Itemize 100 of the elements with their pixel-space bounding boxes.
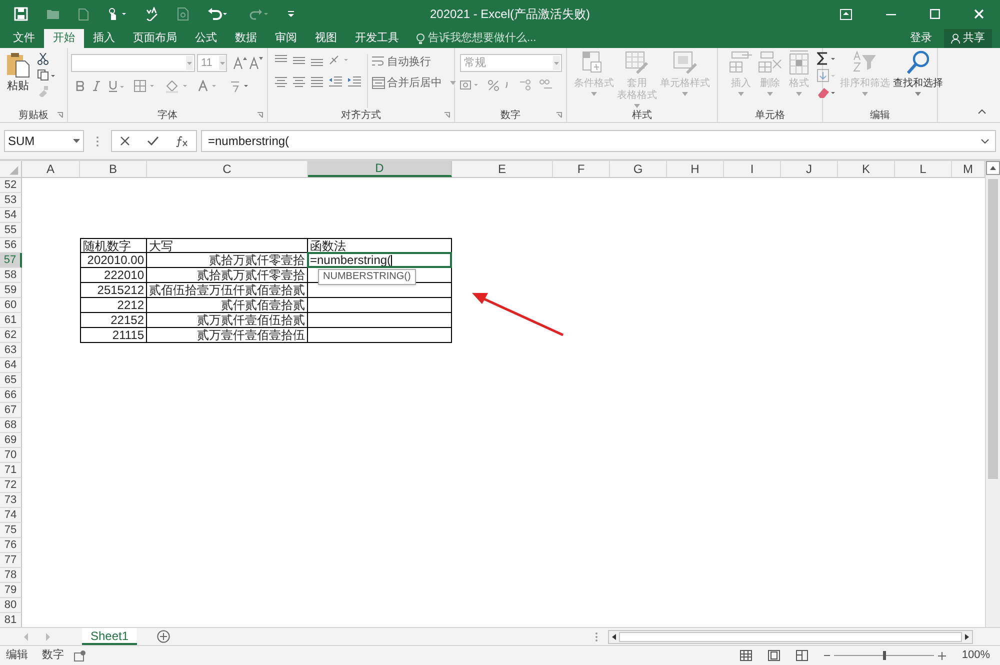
share-button[interactable]: 共享	[944, 29, 992, 48]
enter-check-icon[interactable]	[146, 136, 159, 146]
sheet-tab[interactable]: Sheet1	[82, 628, 137, 645]
increase-font-icon[interactable]	[233, 56, 247, 70]
split-handle-icon[interactable]	[595, 632, 598, 642]
touch-mode-icon[interactable]	[107, 7, 127, 21]
ribbon-tab[interactable]: 开始	[44, 29, 84, 48]
row-header[interactable]: 62	[0, 328, 22, 343]
page-layout-icon[interactable]	[768, 650, 780, 661]
row-header[interactable]: 77	[0, 553, 22, 568]
decrease-decimal-icon[interactable]	[539, 79, 553, 91]
row-header[interactable]: 56	[0, 238, 22, 253]
row-header[interactable]: 80	[0, 598, 22, 613]
macro-record-icon[interactable]	[74, 650, 86, 662]
row-header[interactable]: 60	[0, 298, 22, 313]
add-sheet-icon[interactable]	[157, 630, 170, 643]
next-sheet-icon[interactable]	[44, 632, 52, 640]
column-header[interactable]: B	[80, 161, 147, 177]
horizontal-scrollbar[interactable]	[608, 630, 973, 644]
column-header[interactable]: D	[308, 161, 452, 177]
row-header[interactable]: 69	[0, 433, 22, 448]
align-center-icon[interactable]	[293, 75, 305, 87]
borders-icon[interactable]	[134, 80, 156, 92]
phonetic-guide-icon[interactable]	[229, 79, 251, 93]
normal-view-icon[interactable]	[740, 650, 752, 661]
scroll-thumb[interactable]	[988, 179, 998, 479]
row-header[interactable]: 71	[0, 463, 22, 478]
row-header[interactable]: 53	[0, 193, 22, 208]
column-header[interactable]: I	[724, 161, 781, 177]
increase-indent-icon[interactable]	[348, 75, 361, 87]
align-left-icon[interactable]	[275, 75, 287, 87]
row-header[interactable]: 58	[0, 268, 22, 283]
row-header[interactable]: 79	[0, 583, 22, 598]
ribbon-tab[interactable]: 开发工具	[346, 29, 408, 48]
align-middle-icon[interactable]	[293, 54, 305, 66]
row-header[interactable]: 61	[0, 313, 22, 328]
row-header[interactable]: 73	[0, 493, 22, 508]
ribbon-tab[interactable]: 视图	[306, 29, 346, 48]
dialog-launcher-icon[interactable]	[57, 112, 63, 118]
dialog-launcher-icon[interactable]	[444, 112, 450, 118]
align-right-icon[interactable]	[311, 75, 323, 87]
slider-thumb[interactable]	[882, 651, 886, 660]
tell-me-field[interactable]: 告诉我您想要做什么...	[428, 30, 628, 47]
ribbon-tab[interactable]: 文件	[4, 29, 44, 48]
row-header[interactable]: 52	[0, 178, 22, 193]
row-header[interactable]: 63	[0, 343, 22, 358]
ribbon-tab[interactable]: 页面布局	[124, 29, 186, 48]
row-header[interactable]: 57	[0, 253, 22, 268]
row-header[interactable]: 59	[0, 283, 22, 298]
decrease-indent-icon[interactable]	[329, 75, 342, 87]
column-header[interactable]: F	[553, 161, 610, 177]
row-header[interactable]: 65	[0, 373, 22, 388]
column-header[interactable]: H	[667, 161, 724, 177]
wrap-text-button[interactable]: 自动换行	[372, 54, 456, 70]
column-header[interactable]: E	[452, 161, 553, 177]
page-break-icon[interactable]	[796, 650, 808, 661]
close-icon[interactable]	[974, 9, 984, 19]
font-name-field[interactable]	[71, 54, 195, 72]
row-header[interactable]: 72	[0, 478, 22, 493]
column-header[interactable]: G	[610, 161, 667, 177]
ribbon-tab[interactable]: 数据	[226, 29, 266, 48]
zoom-in-icon[interactable]	[938, 652, 946, 660]
dialog-launcher-icon[interactable]	[257, 112, 263, 118]
scissors-icon[interactable]	[37, 53, 49, 65]
row-header[interactable]: 74	[0, 508, 22, 523]
column-header[interactable]: A	[22, 161, 80, 177]
fill-color-icon[interactable]	[165, 80, 189, 92]
row-header[interactable]: 70	[0, 448, 22, 463]
paste-button[interactable]: 粘贴	[3, 52, 33, 108]
percent-icon[interactable]	[488, 80, 499, 90]
name-box[interactable]: SUM	[4, 130, 84, 152]
comma-style-icon[interactable]	[505, 82, 509, 88]
row-header[interactable]: 66	[0, 388, 22, 403]
previous-sheet-icon[interactable]	[22, 632, 30, 640]
autosum-icon[interactable]	[817, 52, 837, 65]
row-header[interactable]: 55	[0, 223, 22, 238]
customize-toolbar-icon[interactable]	[287, 10, 295, 18]
row-header[interactable]: 76	[0, 538, 22, 553]
copy-icon[interactable]	[37, 69, 55, 81]
merge-center-button[interactable]: 合并后居中	[372, 75, 456, 91]
row-header[interactable]: 64	[0, 358, 22, 373]
insert-function-icon[interactable]	[176, 135, 188, 147]
zoom-level[interactable]: 100%	[962, 647, 990, 664]
ribbon-display-icon[interactable]	[840, 8, 852, 20]
cancel-icon[interactable]	[120, 136, 130, 146]
ribbon-tab[interactable]: 公式	[186, 29, 226, 48]
row-header[interactable]: 54	[0, 208, 22, 223]
row-header[interactable]: 68	[0, 418, 22, 433]
italic-icon[interactable]	[93, 81, 100, 91]
ribbon-tab[interactable]: 插入	[84, 29, 124, 48]
row-header[interactable]: 81	[0, 613, 22, 627]
drag-handle-icon[interactable]	[96, 136, 99, 146]
spelling-check-icon[interactable]	[145, 7, 159, 21]
save-icon[interactable]	[14, 7, 28, 21]
row-header[interactable]: 78	[0, 568, 22, 583]
row-header[interactable]: 67	[0, 403, 22, 418]
orientation-icon[interactable]	[329, 54, 351, 66]
bold-icon[interactable]	[76, 81, 84, 91]
column-header[interactable]: J	[781, 161, 838, 177]
formula-input-field[interactable]: =numberstring(	[201, 130, 996, 152]
